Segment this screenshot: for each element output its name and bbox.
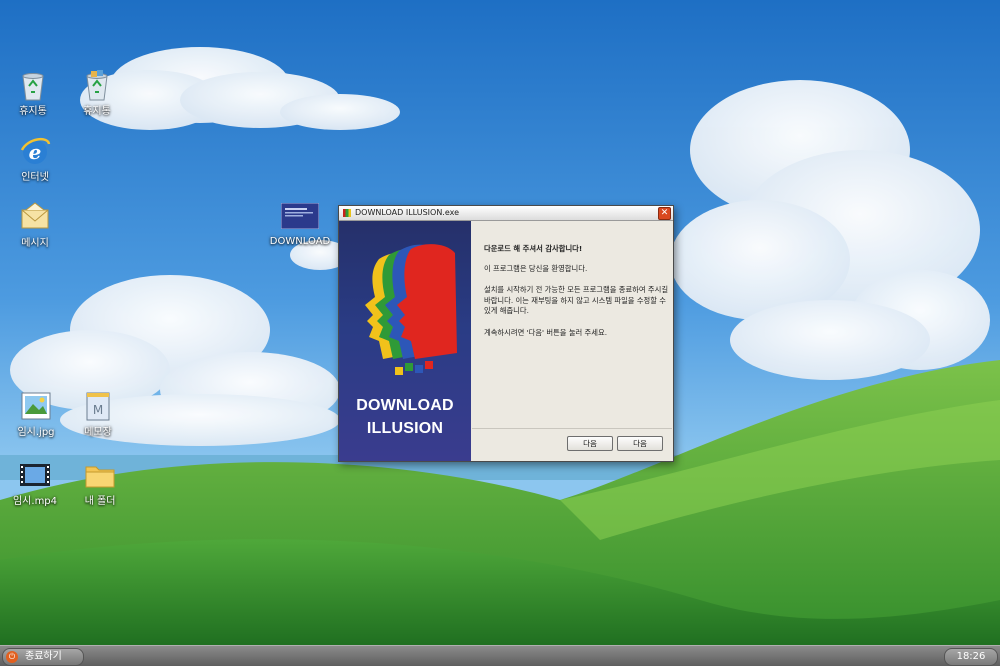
app-icon (343, 209, 351, 217)
brand-line-1: DOWNLOAD (356, 397, 454, 414)
desktop-icon-message[interactable]: 메시지 (3, 200, 67, 250)
folder-icon (85, 466, 115, 488)
instruction-text: 설치를 시작하기 전 가능한 모든 프로그램을 종료하여 주시길 바랍니다. 이… (484, 285, 669, 315)
button-separator (472, 428, 672, 429)
power-icon: ⏻ (6, 651, 18, 663)
mail-envelope-icon (21, 202, 49, 229)
desktop-icon-recycle-bin[interactable]: 휴지통 (1, 68, 65, 118)
brand-line-2: ILLUSION (366, 420, 444, 437)
desktop-icon-label: 임시.jpg (17, 427, 55, 438)
svg-text:e: e (29, 140, 42, 164)
installer-window: DOWNLOAD ILLUSION.exe ✕ DOWNLOAD ILLUSIO… (338, 205, 674, 462)
recycle-bin-full-icon (86, 70, 108, 101)
desktop-icon-image[interactable]: 임시.jpg (4, 389, 68, 439)
recycle-bin-icon (22, 73, 44, 101)
colorful-faces-logo-icon (365, 244, 457, 375)
next-button[interactable]: 다음 (617, 436, 663, 451)
close-button[interactable]: ✕ (658, 207, 671, 220)
notepad-icon: M (86, 392, 110, 421)
desktop-icon-internet[interactable]: e 인터넷 (3, 134, 67, 184)
desktop-icon-download[interactable]: DOWNLOAD (266, 203, 334, 248)
window-titlebar[interactable]: DOWNLOAD ILLUSION.exe ✕ (339, 206, 673, 221)
banner-brand-text: DOWNLOAD ILLUSION (339, 394, 471, 440)
desktop-icon-video[interactable]: 임시.mp4 (3, 458, 67, 508)
desktop-icon-label: 메모장 (84, 427, 112, 438)
window-title: DOWNLOAD ILLUSION.exe (355, 208, 460, 217)
desktop-icon-notepad[interactable]: M 메모장 (66, 389, 130, 439)
shutdown-button[interactable]: ⏻ 종료하기 (2, 648, 84, 666)
desktop-icon-recycle-bin-full[interactable]: 휴지통 (65, 68, 129, 118)
welcome-heading: 다운로드 해 주셔서 감사합니다! (484, 244, 583, 253)
svg-text:M: M (93, 403, 103, 417)
desktop-icon-label: 임시.mp4 (12, 496, 58, 507)
internet-explorer-icon: e (20, 137, 51, 164)
installer-thumbnail-icon (281, 203, 319, 229)
desktop-icon-my-folder[interactable]: 내 폴더 (68, 458, 132, 508)
continue-text: 계속하시려면 '다음' 버튼을 눌러 주세요. (484, 328, 608, 337)
installer-content: 다운로드 해 주셔서 감사합니다! 이 프로그램은 당신을 환영합니다. 설치를… (472, 221, 672, 461)
installer-banner: DOWNLOAD ILLUSION (339, 221, 471, 461)
image-file-icon (21, 392, 51, 420)
desktop-icon-label: 메시지 (21, 238, 49, 249)
desktop-icon-label: DOWNLOAD (269, 236, 331, 247)
video-file-icon (20, 464, 50, 486)
taskbar: ⏻ 종료하기 18:26 (0, 645, 1000, 666)
desktop-icon-label: 휴지통 (19, 106, 47, 117)
shutdown-label: 종료하기 (25, 651, 62, 662)
desktop-icon-label: 인터넷 (21, 172, 49, 183)
taskbar-clock: 18:26 (944, 648, 998, 666)
intro-text: 이 프로그램은 당신을 환영합니다. (484, 264, 588, 273)
desktop-icon-label: 휴지통 (83, 106, 111, 117)
decoy-next-button[interactable]: 다음 (567, 436, 613, 451)
desktop-icon-label: 내 폴더 (84, 496, 116, 507)
